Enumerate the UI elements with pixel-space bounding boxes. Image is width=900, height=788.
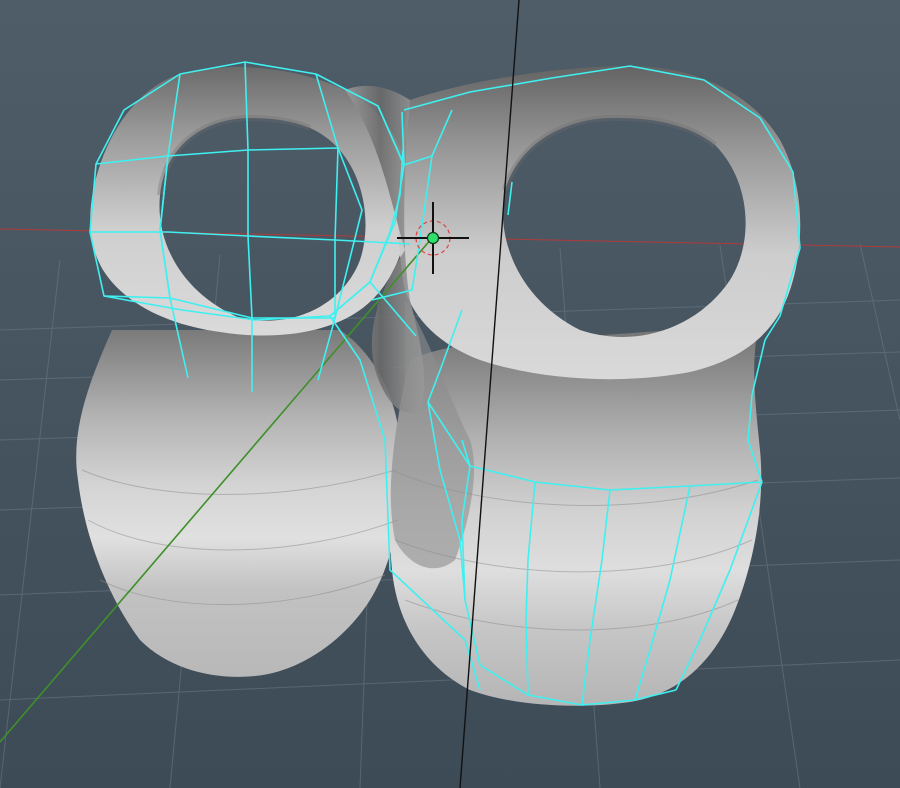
viewport-canvas[interactable] — [0, 0, 900, 788]
3d-viewport[interactable] — [0, 0, 900, 788]
pivot-center-point[interactable] — [426, 231, 440, 245]
